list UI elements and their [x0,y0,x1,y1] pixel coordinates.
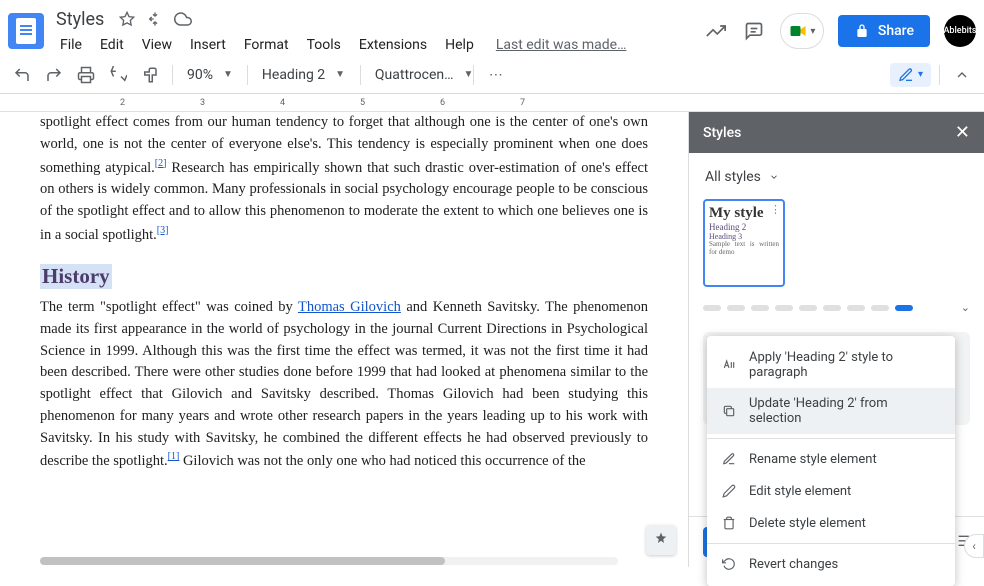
paragraph[interactable]: spotlight effect comes from our human te… [40,112,648,246]
meet-button[interactable]: ▾ [780,13,824,49]
spellcheck-button[interactable] [104,61,132,89]
more-tools-button[interactable]: ⋯ [482,61,510,89]
horizontal-scrollbar[interactable] [40,557,618,565]
cloud-status-icon[interactable] [174,10,192,28]
kebab-icon[interactable]: ⋮ [770,203,781,216]
separator [939,65,940,85]
comments-icon[interactable] [742,19,766,43]
menu-revert-changes[interactable]: Revert changes [707,548,955,580]
ruler[interactable]: 2 3 4 5 6 7 [0,94,984,112]
revert-icon [721,556,737,572]
wiki-link[interactable]: Thomas Gilovich [298,299,401,315]
menu-help[interactable]: Help [437,34,482,56]
menu-delete-style[interactable]: Delete style element [707,507,955,539]
separator [473,65,474,85]
redo-button[interactable] [40,61,68,89]
hide-menus-button[interactable] [948,61,976,89]
font-dropdown[interactable]: Quattrocen…▼ [369,63,465,87]
menu-format[interactable]: Format [236,34,297,56]
update-style-icon [721,403,737,419]
edit-icon [721,483,737,499]
paint-format-button[interactable] [136,61,164,89]
style-context-menu: Apply 'Heading 2' style to paragraph Upd… [707,336,955,586]
rename-icon [721,451,737,467]
menu-tools[interactable]: Tools [299,34,349,56]
menu-view[interactable]: View [134,34,180,56]
citation-link[interactable]: [1] [168,451,180,462]
menu-separator [707,543,955,544]
menu-separator [707,438,955,439]
separator [247,65,248,85]
close-icon[interactable]: ✕ [955,122,970,143]
document-area[interactable]: spotlight effect comes from our human te… [0,112,688,567]
apply-style-icon [721,357,737,373]
style-pager: ⌄ [703,301,970,314]
separator [360,65,361,85]
sidebar-header: Styles ✕ [689,112,984,153]
menu-edit[interactable]: Edit [92,34,132,56]
separator [172,65,173,85]
chevron-down-icon [769,172,779,182]
explore-button[interactable] [646,525,676,555]
all-styles-dropdown[interactable]: All styles [703,165,970,189]
activity-icon[interactable] [704,19,728,43]
lock-icon [854,23,870,39]
last-edit-link[interactable]: Last edit was made… [492,34,631,56]
citation-link[interactable]: [2] [155,158,167,169]
menu-rename-style[interactable]: Rename style element [707,443,955,475]
star-icon[interactable] [118,10,136,28]
menu-edit-style[interactable]: Edit style element [707,475,955,507]
print-button[interactable] [72,61,100,89]
sidebar-title: Styles [703,125,741,141]
editing-mode-button[interactable]: ▾ [890,63,931,87]
zoom-dropdown[interactable]: 90%▼ [181,63,239,87]
account-avatar[interactable]: Ablebits [944,15,976,47]
paragraph-style-dropdown[interactable]: Heading 2▼ [256,63,352,87]
pencil-icon [898,67,914,83]
undo-button[interactable] [8,61,36,89]
docs-logo-icon[interactable] [8,13,44,49]
paragraph[interactable]: The term "spotlight effect" was coined b… [40,297,648,473]
menu-insert[interactable]: Insert [182,34,234,56]
document-title[interactable]: Styles [52,7,108,32]
trash-icon [721,515,737,531]
menu-update-style[interactable]: Update 'Heading 2' from selection [707,388,955,434]
share-label: Share [878,23,914,39]
move-icon[interactable] [146,10,164,28]
style-set-thumbnail[interactable]: ⋮ My style Heading 2 Heading 3 Sample te… [703,199,785,287]
citation-link[interactable]: [3] [157,225,169,236]
menu-apply-style[interactable]: Apply 'Heading 2' style to paragraph [707,342,955,388]
chevron-down-icon[interactable]: ⌄ [961,301,970,314]
side-panel-collapse-button[interactable]: ‹ [964,534,984,558]
menu-extensions[interactable]: Extensions [351,34,435,56]
share-button[interactable]: Share [838,15,930,47]
menu-file[interactable]: File [52,34,90,56]
heading-history[interactable]: History [40,264,112,289]
